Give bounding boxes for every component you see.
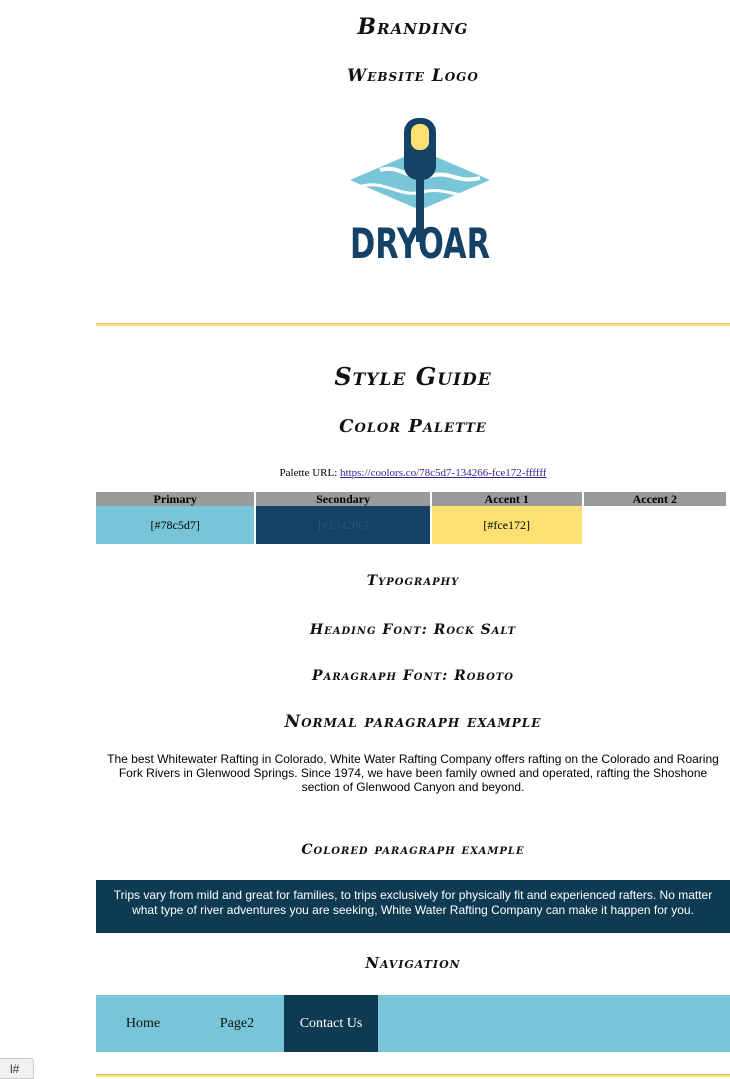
swatch-accent1: [#fce172] xyxy=(431,506,582,544)
palette-header-primary: Primary xyxy=(96,492,255,506)
heading-font-label: Heading Font: Rock Salt xyxy=(309,622,517,638)
color-palette-table: Primary Secondary Accent 1 Accent 2 [#78… xyxy=(94,492,728,544)
color-palette-heading: Color Palette xyxy=(339,416,487,437)
palette-header-accent1: Accent 1 xyxy=(431,492,582,506)
nav-home[interactable]: Home xyxy=(96,995,190,1052)
navigation-heading: Navigation xyxy=(365,954,461,972)
dryoar-logo: DRYOAR xyxy=(340,112,500,272)
normal-paragraph-heading: Normal paragraph example xyxy=(284,712,542,732)
logo-wordmark: DRYOAR xyxy=(350,219,490,268)
website-logo-heading: Website Logo xyxy=(347,66,479,86)
palette-url-label: Palette URL: xyxy=(279,467,338,479)
typography-heading: Typography xyxy=(366,573,460,589)
style-guide-heading: Style Guide xyxy=(334,362,492,391)
swatch-primary: [#78c5d7] xyxy=(96,506,255,544)
nav-contact-us[interactable]: Contact Us xyxy=(284,995,378,1052)
colored-paragraph-heading: Colored paragraph example xyxy=(301,842,525,858)
palette-header-secondary: Secondary xyxy=(256,492,430,506)
colored-paragraph: Trips vary from mild and great for famil… xyxy=(96,880,730,933)
nav-page2[interactable]: Page2 xyxy=(190,995,284,1052)
paragraph-font-label: Paragraph Font: Roboto xyxy=(312,668,514,684)
navbar: Home Page2 Contact Us xyxy=(96,995,730,1052)
palette-header-accent2: Accent 2 xyxy=(583,492,726,506)
branding-heading: Branding xyxy=(357,14,469,40)
swatch-accent2 xyxy=(583,506,726,544)
swatch-secondary: [#134266] xyxy=(256,506,430,544)
normal-paragraph: The best Whitewater Rafting in Colorado,… xyxy=(107,752,719,794)
section-divider xyxy=(96,323,730,326)
corner-tab[interactable]: l# xyxy=(0,1058,34,1079)
section-divider-bottom xyxy=(96,1074,730,1077)
palette-url-link[interactable]: https://coolors.co/78c5d7-134266-fce172-… xyxy=(340,467,546,479)
palette-url-line: Palette URL: https://coolors.co/78c5d7-1… xyxy=(96,467,730,479)
